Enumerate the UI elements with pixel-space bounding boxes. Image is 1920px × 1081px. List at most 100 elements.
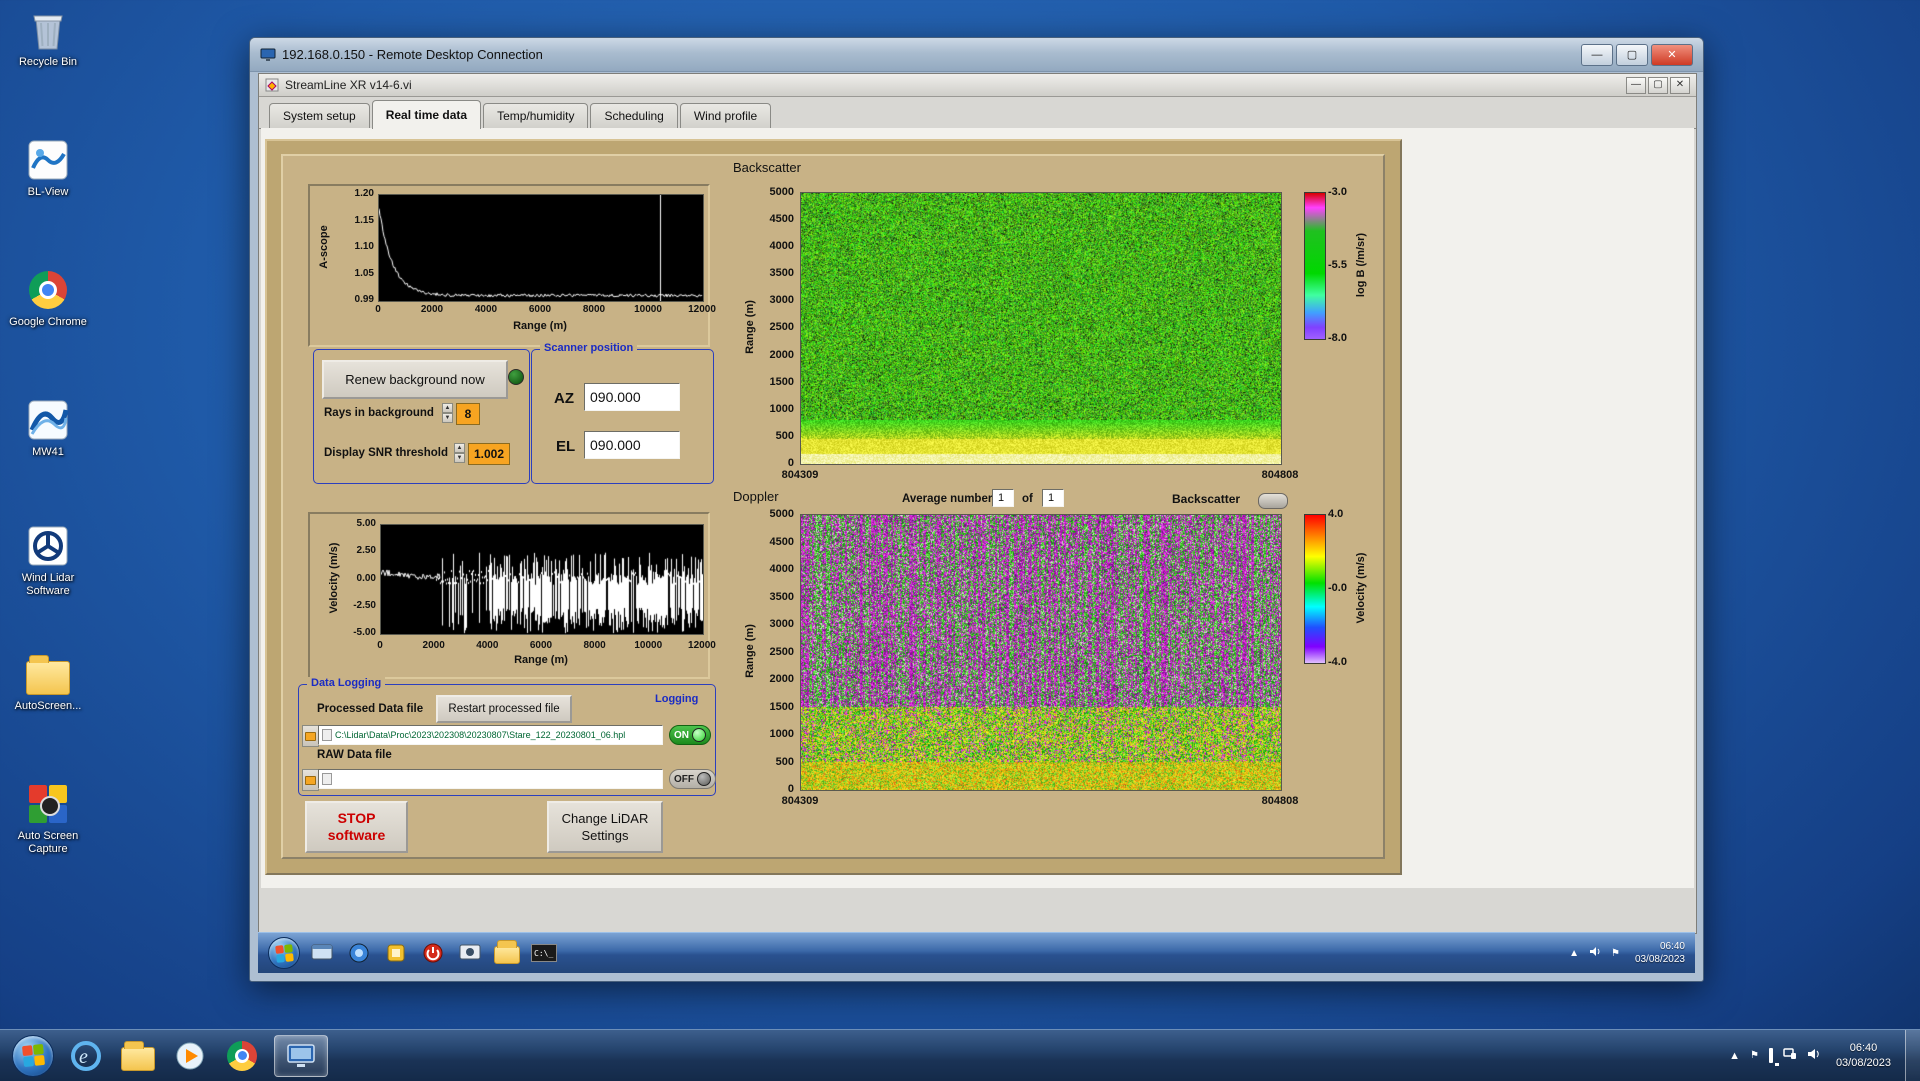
rays-stepper[interactable]: ▲ ▼: [442, 403, 453, 423]
app-window-icon: [265, 78, 279, 92]
processed-logging-toggle[interactable]: ON: [669, 725, 711, 745]
desktop-icon-wind-lidar-software[interactable]: Wind Lidar Software: [0, 524, 96, 598]
axis-tick-label: -0.0: [1328, 582, 1347, 594]
tab-scheduling[interactable]: Scheduling: [590, 103, 677, 128]
rays-value-input[interactable]: 8: [456, 403, 480, 425]
desktop-icon-google-chrome[interactable]: Google Chrome: [0, 268, 96, 329]
desktop-icon-recycle-bin[interactable]: Recycle Bin: [0, 8, 96, 69]
raw-path-type-icon[interactable]: [302, 769, 319, 791]
session-tray-flag-icon[interactable]: ⚑: [1611, 948, 1620, 959]
el-input[interactable]: 090.000: [584, 431, 680, 459]
axis-tick-label: 1000: [770, 403, 794, 415]
stop-button-line2: software: [328, 827, 386, 844]
tab-system-setup[interactable]: System setup: [269, 103, 370, 128]
tray-volume-icon[interactable]: [1807, 1048, 1821, 1063]
axis-tick-label: 0: [362, 640, 398, 651]
app-close-button[interactable]: ✕: [1670, 77, 1690, 94]
velocity-plot: [380, 524, 704, 635]
axis-tick-label: 2.50: [357, 545, 376, 557]
processed-path-input[interactable]: C:\Lidar\Data\Proc\2023\202308\20230807\…: [318, 725, 663, 745]
wind-lidar-icon: [26, 524, 70, 568]
session-taskbar-icon-capture-app[interactable]: [455, 939, 485, 967]
raw-logging-toggle[interactable]: OFF: [669, 769, 716, 789]
app-maximize-button[interactable]: ▢: [1648, 77, 1668, 94]
snr-stepper[interactable]: ▲ ▼: [454, 443, 465, 463]
renew-background-button[interactable]: Renew background now: [322, 360, 508, 399]
start-button[interactable]: [12, 1035, 54, 1077]
ascope-x-axis-label: Range (m): [378, 320, 702, 332]
tray-action-center-icon[interactable]: ⚑: [1750, 1050, 1759, 1061]
change-lidar-settings-button[interactable]: Change LiDAR Settings: [547, 801, 663, 853]
desktop-icon-mw41[interactable]: MW41: [0, 398, 96, 459]
taskbar-icon-remote-desktop-active[interactable]: [274, 1035, 328, 1077]
snr-value-input[interactable]: 1.002: [468, 443, 510, 465]
taskbar-icon-file-explorer[interactable]: [118, 1036, 158, 1076]
session-clock[interactable]: 06:40 03/08/2023: [1635, 940, 1685, 966]
desktop-icon-bl-view[interactable]: BL-View: [0, 138, 96, 199]
session-start-button[interactable]: [268, 937, 300, 969]
doppler-heatmap: [800, 514, 1282, 791]
session-taskbar-icon-power[interactable]: [418, 939, 448, 967]
raw-path-input[interactable]: [318, 769, 663, 789]
inner-panel: A-scope 1.20 1.15 1.10 1.05 0.99 0 2000 4000 60…: [281, 154, 1385, 859]
backscatter-toggle[interactable]: [1258, 493, 1288, 509]
average-count-input[interactable]: 1: [1042, 489, 1064, 507]
session-tray-expand-icon[interactable]: ▲: [1569, 948, 1579, 959]
rdp-minimize-button[interactable]: —: [1581, 44, 1613, 66]
tab-real-time-data[interactable]: Real time data: [372, 100, 481, 129]
axis-tick-label: 4000: [468, 304, 504, 315]
session-taskbar-icon-window[interactable]: [307, 939, 337, 967]
taskbar-icon-media-player[interactable]: [170, 1036, 210, 1076]
taskbar-icon-internet-explorer[interactable]: e: [66, 1036, 106, 1076]
axis-tick-label: 1500: [770, 376, 794, 388]
axis-tick-label: 8000: [576, 304, 612, 315]
windows-logo-icon: [275, 944, 294, 963]
axis-tick-label: 3000: [770, 294, 794, 306]
axis-tick-label: -5.00: [353, 627, 376, 639]
rdp-titlebar[interactable]: 192.168.0.150 - Remote Desktop Connectio…: [250, 38, 1703, 72]
taskbar-clock[interactable]: 06:40 03/08/2023: [1836, 1041, 1891, 1071]
desktop-icon-autoscreen-folder[interactable]: AutoScreen...: [0, 652, 96, 713]
data-logging-group: Data Logging Processed Data file Restart…: [298, 684, 716, 796]
average-number-input[interactable]: 1: [992, 489, 1014, 507]
processed-path-type-icon[interactable]: [302, 725, 319, 747]
doppler-y-ticks: 5000 4500 4000 3500 3000 2500 2000 1500 1000 500 0: [744, 508, 794, 795]
tray-expand-icon[interactable]: ▲: [1729, 1050, 1740, 1062]
app-titlebar[interactable]: StreamLine XR v14-6.vi — ▢ ✕: [259, 74, 1696, 97]
doppler-colorbar-ticks: 4.0 -0.0 -4.0: [1328, 508, 1347, 668]
az-label: AZ: [554, 390, 574, 407]
tab-temp-humidity[interactable]: Temp/humidity: [483, 103, 588, 128]
desktop-icon-auto-screen-capture[interactable]: Auto Screen Capture: [0, 782, 96, 856]
session-taskbar-icon-folder[interactable]: [492, 939, 522, 967]
taskbar-icon-chrome[interactable]: [222, 1036, 262, 1076]
rdp-maximize-button[interactable]: ▢: [1616, 44, 1648, 66]
session-taskbar-icon-app-blue[interactable]: [344, 939, 374, 967]
doppler-x-end-label: 804808: [1250, 795, 1310, 807]
tray-network-icon[interactable]: [1783, 1048, 1797, 1063]
restart-processed-file-button[interactable]: Restart processed file: [436, 695, 572, 723]
show-desktop-button[interactable]: [1905, 1030, 1920, 1081]
velocity-x-ticks: 0 2000 4000 6000 8000 10000 12000: [362, 640, 720, 651]
backscatter-x-end-label: 804808: [1250, 469, 1310, 481]
tab-wind-profile[interactable]: Wind profile: [680, 103, 771, 128]
rdp-close-button[interactable]: ✕: [1651, 44, 1693, 66]
session-taskbar-icon-app-yellow[interactable]: [381, 939, 411, 967]
axis-tick-label: 2500: [770, 321, 794, 333]
az-input[interactable]: 090.000: [584, 383, 680, 411]
tray-display-icon[interactable]: [1769, 1050, 1773, 1061]
backscatter-toggle-label: Backscatter: [1172, 492, 1240, 506]
file-glyph-icon: [322, 773, 332, 785]
stop-software-button[interactable]: STOP software: [305, 801, 408, 853]
session-taskbar-icon-cmd[interactable]: C:\_: [529, 939, 559, 967]
session-tray-volume-icon[interactable]: [1589, 946, 1601, 960]
data-logging-title: Data Logging: [307, 677, 385, 689]
recycle-bin-icon: [26, 8, 70, 52]
settings-button-line1: Change LiDAR: [562, 810, 649, 827]
ascope-plot: [378, 194, 704, 302]
logging-label: Logging: [651, 693, 702, 705]
backscatter-title: Backscatter: [733, 160, 801, 175]
session-tray: ▲ ⚑ 06:40 03/08/2023: [1564, 940, 1695, 966]
renew-background-led: [508, 369, 524, 385]
app-minimize-button[interactable]: —: [1626, 77, 1646, 94]
folder-icon: [26, 652, 70, 696]
